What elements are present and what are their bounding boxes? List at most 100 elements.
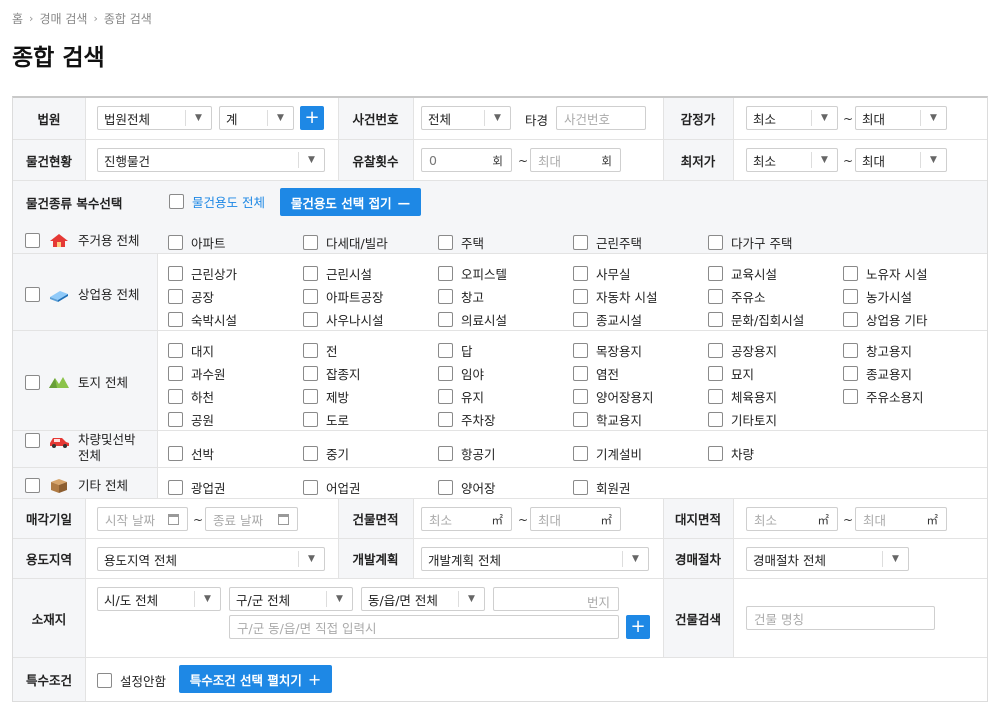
property-type-checkbox[interactable]: 주차장 bbox=[438, 410, 496, 429]
checkbox-box[interactable] bbox=[168, 366, 183, 381]
property-type-checkbox[interactable]: 사무실 bbox=[573, 264, 631, 283]
property-type-checkbox[interactable]: 체육용지 bbox=[708, 387, 777, 406]
property-type-checkbox[interactable]: 아파트 bbox=[168, 233, 226, 252]
checkbox-box[interactable] bbox=[573, 446, 588, 461]
property-type-checkbox[interactable]: 숙박시설 bbox=[168, 310, 237, 329]
checkbox-box[interactable] bbox=[573, 343, 588, 358]
property-type-checkbox[interactable]: 상업용 기타 bbox=[843, 310, 927, 329]
checkbox-box[interactable] bbox=[303, 289, 318, 304]
checkbox-box[interactable] bbox=[303, 312, 318, 327]
checkbox-box[interactable] bbox=[843, 266, 858, 281]
property-type-checkbox[interactable]: 도로 bbox=[303, 410, 349, 429]
checkbox-box[interactable] bbox=[438, 289, 453, 304]
checkbox-box[interactable] bbox=[25, 286, 40, 302]
property-type-checkbox[interactable]: 아파트공장 bbox=[303, 287, 384, 306]
checkbox-box[interactable] bbox=[708, 289, 723, 304]
checkbox-box[interactable] bbox=[843, 389, 858, 404]
property-type-checkbox[interactable]: 학교용지 bbox=[573, 410, 642, 429]
checkbox-box[interactable] bbox=[169, 194, 184, 209]
appraisal-min-select[interactable]: 최소 ▼ bbox=[746, 106, 838, 130]
checkbox-box[interactable] bbox=[438, 389, 453, 404]
checkbox-box[interactable] bbox=[303, 480, 318, 495]
checkbox-box[interactable] bbox=[25, 374, 40, 390]
dev-plan-select[interactable]: 개발계획 전체 ▼ bbox=[421, 547, 649, 571]
property-type-checkbox[interactable]: 염전 bbox=[573, 364, 619, 383]
all-usage-checkbox[interactable]: 물건용도 전체 bbox=[169, 192, 265, 211]
sido-select[interactable]: 시/도 전체 ▼ bbox=[97, 587, 221, 611]
checkbox-box[interactable] bbox=[168, 289, 183, 304]
property-type-checkbox[interactable]: 항공기 bbox=[438, 444, 496, 463]
property-type-checkbox[interactable]: 교육시설 bbox=[708, 264, 777, 283]
land-area-min-input[interactable]: 최소 ㎡ bbox=[746, 507, 838, 531]
property-type-checkbox[interactable]: 창고 bbox=[438, 287, 484, 306]
checkbox-box[interactable] bbox=[303, 389, 318, 404]
property-type-checkbox[interactable]: 광업권 bbox=[168, 478, 226, 497]
start-date-input[interactable]: 시작 날짜 bbox=[97, 507, 188, 531]
property-type-checkbox[interactable]: 오피스텔 bbox=[438, 264, 507, 283]
property-type-checkbox[interactable]: 다가구 주택 bbox=[708, 233, 792, 252]
failed-max-input[interactable]: 최대 회 bbox=[530, 148, 621, 172]
property-type-checkbox[interactable]: 양어장 bbox=[438, 478, 496, 497]
checkbox-box[interactable] bbox=[573, 312, 588, 327]
checkbox-box[interactable] bbox=[708, 412, 723, 427]
checkbox-box[interactable] bbox=[708, 312, 723, 327]
checkbox-box[interactable] bbox=[438, 412, 453, 427]
checkbox-box[interactable] bbox=[708, 446, 723, 461]
court-select[interactable]: 법원전체 ▼ bbox=[97, 106, 212, 130]
bunji-input[interactable]: 번지 bbox=[493, 587, 619, 611]
property-type-checkbox[interactable]: 차량 bbox=[708, 444, 754, 463]
category-vehicle[interactable]: 차량및선박 전체 bbox=[25, 432, 136, 464]
checkbox-box[interactable] bbox=[168, 312, 183, 327]
checkbox-box[interactable] bbox=[708, 343, 723, 358]
property-type-checkbox[interactable]: 기타토지 bbox=[708, 410, 777, 429]
procedure-select[interactable]: 경매절차 전체 ▼ bbox=[746, 547, 909, 571]
gugun-select[interactable]: 구/군 전체 ▼ bbox=[229, 587, 353, 611]
status-select[interactable]: 진행물건 ▼ bbox=[97, 148, 325, 172]
checkbox-box[interactable] bbox=[438, 446, 453, 461]
property-type-checkbox[interactable]: 근린주택 bbox=[573, 233, 642, 252]
property-type-checkbox[interactable]: 전 bbox=[303, 341, 338, 360]
property-type-checkbox[interactable]: 창고용지 bbox=[843, 341, 912, 360]
checkbox-box[interactable] bbox=[573, 235, 588, 250]
court-sub-select[interactable]: 계 ▼ bbox=[219, 106, 294, 130]
property-type-checkbox[interactable]: 주택 bbox=[438, 233, 484, 252]
checkbox-box[interactable] bbox=[708, 389, 723, 404]
property-type-checkbox[interactable]: 공장 bbox=[168, 287, 214, 306]
property-type-checkbox[interactable]: 과수원 bbox=[168, 364, 226, 383]
property-type-checkbox[interactable]: 공장용지 bbox=[708, 341, 777, 360]
checkbox-box[interactable] bbox=[303, 266, 318, 281]
checkbox-box[interactable] bbox=[438, 235, 453, 250]
land-area-max-input[interactable]: 최대 ㎡ bbox=[855, 507, 947, 531]
checkbox-box[interactable] bbox=[25, 232, 40, 248]
add-court-button[interactable]: + bbox=[300, 106, 324, 130]
property-type-checkbox[interactable]: 대지 bbox=[168, 341, 214, 360]
checkbox-box[interactable] bbox=[438, 312, 453, 327]
checkbox-box[interactable] bbox=[573, 266, 588, 281]
property-type-checkbox[interactable]: 유지 bbox=[438, 387, 484, 406]
property-type-checkbox[interactable]: 노유자 시설 bbox=[843, 264, 927, 283]
property-type-checkbox[interactable]: 종교용지 bbox=[843, 364, 912, 383]
appraisal-max-select[interactable]: 최대 ▼ bbox=[855, 106, 947, 130]
property-type-checkbox[interactable]: 농가시설 bbox=[843, 287, 912, 306]
checkbox-box[interactable] bbox=[708, 235, 723, 250]
breadcrumb-home[interactable]: 홈 bbox=[12, 10, 23, 27]
property-type-checkbox[interactable]: 잡종지 bbox=[303, 364, 361, 383]
expand-special-button[interactable]: 특수조건 선택 펼치기 + bbox=[179, 665, 332, 693]
checkbox-box[interactable] bbox=[843, 289, 858, 304]
building-area-max-input[interactable]: 최대 ㎡ bbox=[530, 507, 621, 531]
checkbox-box[interactable] bbox=[438, 266, 453, 281]
checkbox-box[interactable] bbox=[168, 412, 183, 427]
property-type-checkbox[interactable]: 자동차 시설 bbox=[573, 287, 657, 306]
special-none-checkbox[interactable]: 설정안함 bbox=[97, 671, 166, 690]
property-type-checkbox[interactable]: 중기 bbox=[303, 444, 349, 463]
failed-min-input[interactable]: 0 회 bbox=[421, 148, 512, 172]
calendar-icon[interactable] bbox=[278, 514, 289, 525]
property-type-checkbox[interactable]: 근린시설 bbox=[303, 264, 372, 283]
property-type-checkbox[interactable]: 회원권 bbox=[573, 478, 631, 497]
property-type-checkbox[interactable]: 다세대/빌라 bbox=[303, 233, 388, 252]
checkbox-box[interactable] bbox=[438, 366, 453, 381]
checkbox-box[interactable] bbox=[168, 343, 183, 358]
checkbox-box[interactable] bbox=[708, 266, 723, 281]
checkbox-box[interactable] bbox=[168, 389, 183, 404]
category-other[interactable]: 기타 전체 bbox=[25, 476, 128, 494]
